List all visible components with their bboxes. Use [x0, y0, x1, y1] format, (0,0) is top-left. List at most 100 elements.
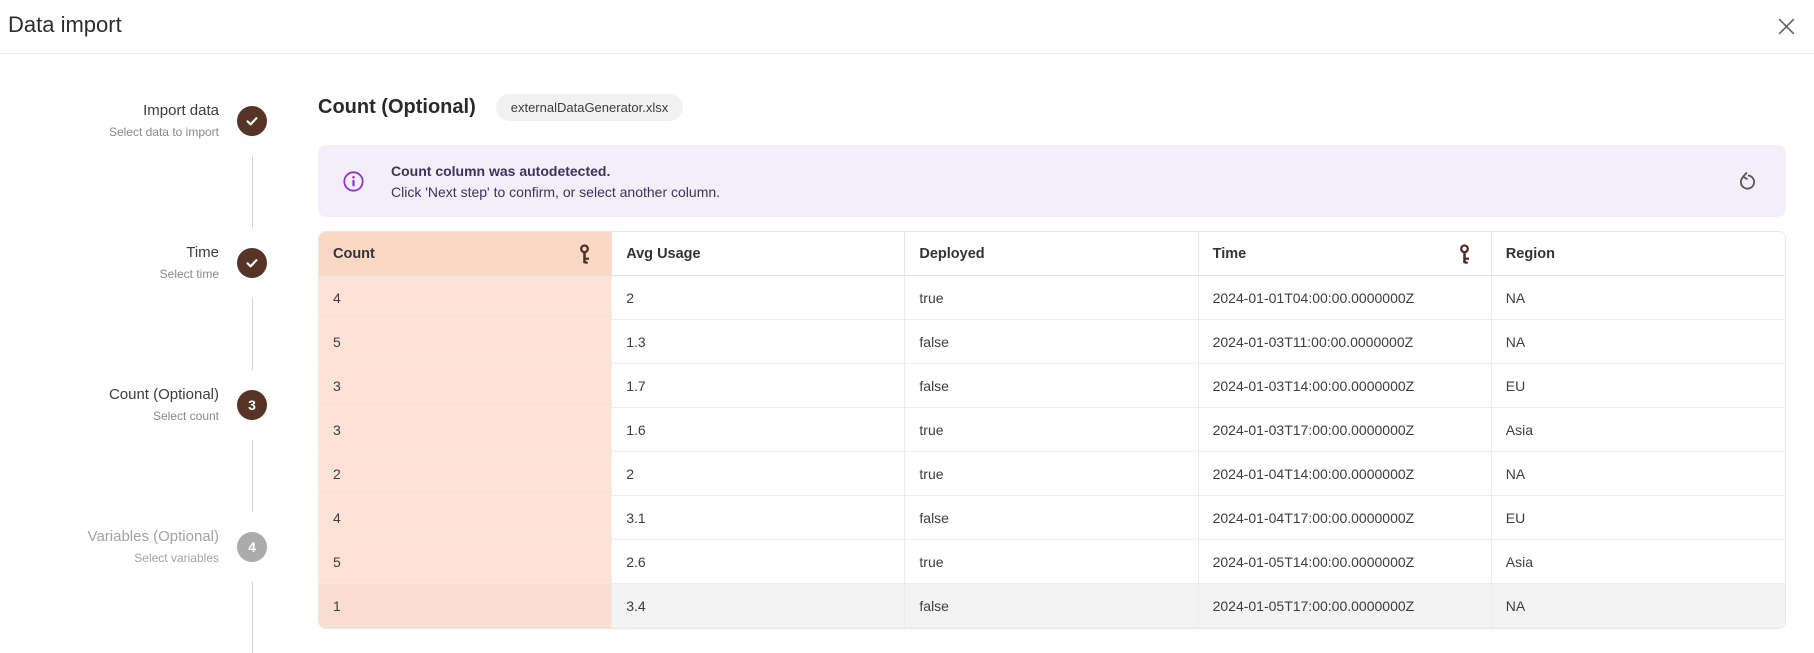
table-cell[interactable]: EU: [1492, 364, 1785, 407]
table-cell[interactable]: NA: [1492, 276, 1785, 319]
table-cell[interactable]: 2024-01-04T17:00:00.0000000Z: [1199, 496, 1492, 539]
table-row: 31.6true2024-01-03T17:00:00.0000000ZAsia: [319, 408, 1785, 452]
table-cell[interactable]: NA: [1492, 320, 1785, 363]
column-label: Count: [333, 246, 375, 262]
banner-title: Count column was autodetected.: [391, 162, 720, 180]
table-cell[interactable]: 2.6: [612, 540, 905, 583]
table-body: 42true2024-01-01T04:00:00.0000000ZNA51.3…: [319, 276, 1785, 628]
table-cell[interactable]: 2024-01-01T04:00:00.0000000Z: [1199, 276, 1492, 319]
close-icon: [1778, 18, 1795, 35]
table-row: 51.3false2024-01-03T11:00:00.0000000ZNA: [319, 320, 1785, 364]
table-cell[interactable]: true: [905, 408, 1198, 451]
stepper: Import data Select data to import Time S…: [0, 0, 290, 653]
file-badge: externalDataGenerator.xlsx: [496, 94, 684, 121]
step-subtitle: Select time: [0, 267, 219, 281]
table-cell[interactable]: 2: [319, 452, 612, 495]
table-cell[interactable]: true: [905, 452, 1198, 495]
data-import-dialog: Data import Import data Select data to i…: [0, 0, 1814, 653]
table-row: 31.7false2024-01-03T14:00:00.0000000ZEU: [319, 364, 1785, 408]
step-subtitle: Select variables: [0, 551, 219, 565]
table-cell[interactable]: 1.7: [612, 364, 905, 407]
table-cell[interactable]: Asia: [1492, 540, 1785, 583]
table-cell[interactable]: 2024-01-05T17:00:00.0000000Z: [1199, 584, 1492, 628]
column-header-time[interactable]: Time: [1199, 232, 1492, 275]
table-row: 42true2024-01-01T04:00:00.0000000ZNA: [319, 276, 1785, 320]
table-cell[interactable]: 4: [319, 276, 612, 319]
table-cell[interactable]: 1.3: [612, 320, 905, 363]
table-cell[interactable]: 3.1: [612, 496, 905, 539]
table-row: 52.6true2024-01-05T14:00:00.0000000ZAsia: [319, 540, 1785, 584]
stepper-connector: [252, 440, 253, 512]
table-cell[interactable]: 4: [319, 496, 612, 539]
table-cell[interactable]: 3.4: [612, 584, 905, 628]
step-title: Variables (Optional): [0, 528, 219, 546]
banner-message: Click 'Next step' to confirm, or select …: [391, 183, 720, 201]
table-cell[interactable]: NA: [1492, 584, 1785, 628]
table-row: 43.1false2024-01-04T17:00:00.0000000ZEU: [319, 496, 1785, 540]
step-import-data[interactable]: Import data Select data to import: [0, 102, 270, 146]
table-cell[interactable]: 1: [319, 584, 612, 628]
step-number: 4: [248, 539, 256, 555]
step-number: 3: [248, 397, 256, 413]
table-cell[interactable]: 2024-01-03T14:00:00.0000000Z: [1199, 364, 1492, 407]
table-row: 22true2024-01-04T14:00:00.0000000ZNA: [319, 452, 1785, 496]
reset-icon: [1737, 171, 1758, 192]
content-heading-row: Count (Optional) externalDataGenerator.x…: [318, 94, 683, 121]
table-cell[interactable]: 2024-01-04T14:00:00.0000000Z: [1199, 452, 1492, 495]
table-cell[interactable]: EU: [1492, 496, 1785, 539]
check-icon: [244, 255, 260, 271]
table-cell[interactable]: 5: [319, 320, 612, 363]
key-icon: [578, 244, 591, 264]
step-status-circle: 4: [237, 532, 267, 562]
section-heading: Count (Optional): [318, 96, 476, 119]
step-text: Count (Optional) Select count: [0, 386, 219, 423]
table-cell[interactable]: 1.6: [612, 408, 905, 451]
step-title: Count (Optional): [0, 386, 219, 404]
table-cell[interactable]: 2: [612, 452, 905, 495]
step-time[interactable]: Time Select time: [0, 244, 270, 288]
step-text: Import data Select data to import: [0, 102, 219, 139]
reset-button[interactable]: [1735, 169, 1760, 194]
table-cell[interactable]: false: [905, 584, 1198, 628]
column-label: Avg Usage: [626, 246, 700, 262]
banner-texts: Count column was autodetected. Click 'Ne…: [391, 162, 720, 201]
table-cell[interactable]: 2024-01-03T17:00:00.0000000Z: [1199, 408, 1492, 451]
key-icon: [1458, 244, 1471, 264]
column-label: Time: [1213, 246, 1247, 262]
table-cell[interactable]: 2024-01-03T11:00:00.0000000Z: [1199, 320, 1492, 363]
table-header-row: Count Avg Usage Deployed Time: [319, 232, 1785, 276]
step-text: Variables (Optional) Select variables: [0, 528, 219, 565]
step-variables[interactable]: Variables (Optional) Select variables 4: [0, 528, 270, 572]
table-cell[interactable]: 5: [319, 540, 612, 583]
stepper-connector: [252, 156, 253, 228]
table-cell[interactable]: 3: [319, 408, 612, 451]
close-button[interactable]: [1772, 13, 1800, 41]
table-cell[interactable]: true: [905, 276, 1198, 319]
stepper-connector: [252, 582, 253, 653]
step-text: Time Select time: [0, 244, 219, 281]
table-cell[interactable]: Asia: [1492, 408, 1785, 451]
column-header-region[interactable]: Region: [1492, 232, 1785, 275]
step-subtitle: Select data to import: [0, 125, 219, 139]
step-title: Import data: [0, 102, 219, 120]
column-header-avg-usage[interactable]: Avg Usage: [612, 232, 905, 275]
column-header-deployed[interactable]: Deployed: [905, 232, 1198, 275]
table-cell[interactable]: false: [905, 320, 1198, 363]
column-label: Deployed: [919, 246, 984, 262]
column-header-count[interactable]: Count: [319, 232, 612, 275]
step-status-circle: [237, 248, 267, 278]
table-cell[interactable]: false: [905, 364, 1198, 407]
data-table: Count Avg Usage Deployed Time: [318, 231, 1786, 629]
column-label: Region: [1506, 246, 1555, 262]
table-cell[interactable]: 2024-01-05T14:00:00.0000000Z: [1199, 540, 1492, 583]
step-count[interactable]: Count (Optional) Select count 3: [0, 386, 270, 430]
step-subtitle: Select count: [0, 409, 219, 423]
table-cell[interactable]: 2: [612, 276, 905, 319]
check-icon: [244, 113, 260, 129]
table-row: 13.4false2024-01-05T17:00:00.0000000ZNA: [319, 584, 1785, 628]
table-cell[interactable]: false: [905, 496, 1198, 539]
step-status-circle: 3: [237, 390, 267, 420]
table-cell[interactable]: 3: [319, 364, 612, 407]
table-cell[interactable]: true: [905, 540, 1198, 583]
table-cell[interactable]: NA: [1492, 452, 1785, 495]
